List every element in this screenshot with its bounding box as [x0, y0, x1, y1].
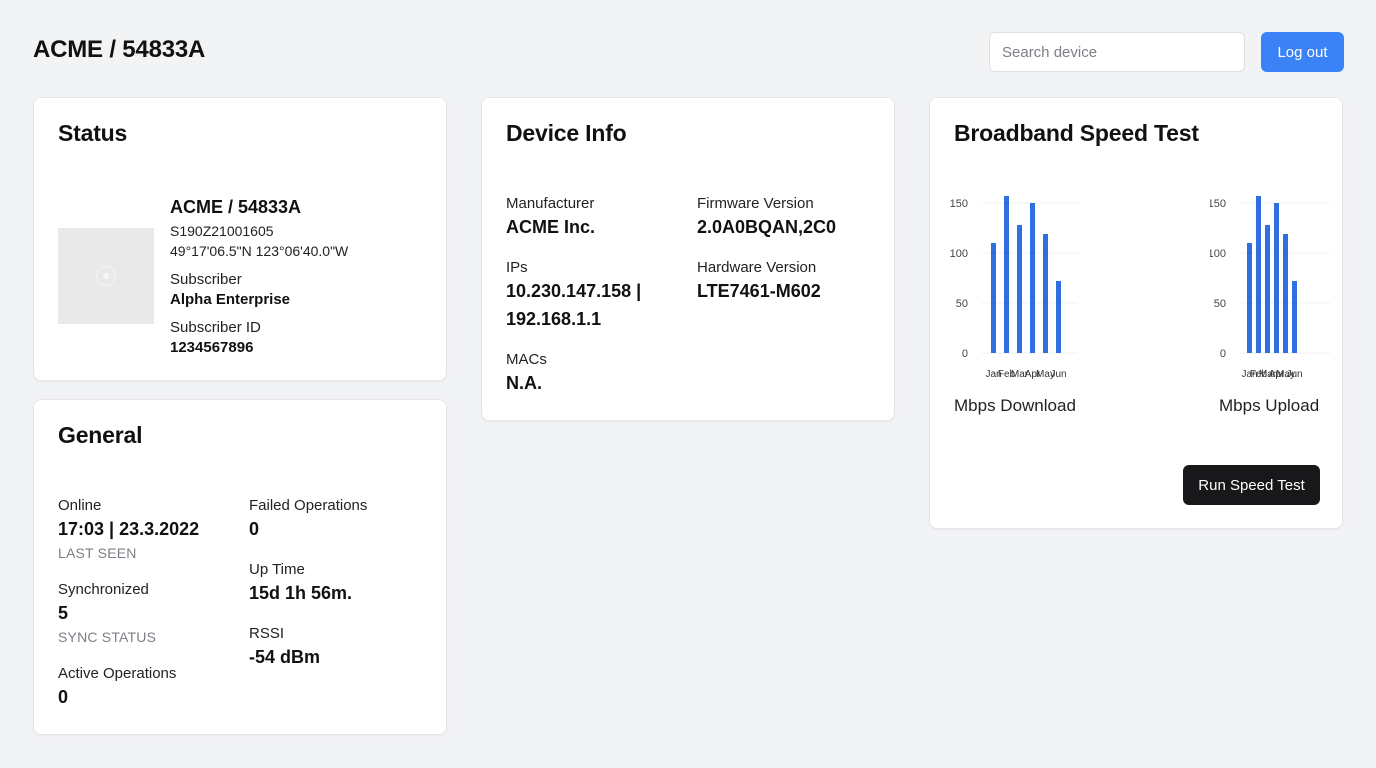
- uptime-value: 15d 1h 56m.: [249, 583, 353, 603]
- upload-bar-feb: [1256, 196, 1261, 353]
- download-bar-feb: [1004, 196, 1009, 353]
- general-title: General: [58, 422, 143, 448]
- upload-y-tick-label: 50: [1214, 298, 1226, 310]
- hardware-label: Hardware Version: [697, 259, 817, 276]
- download-bar-apr: [1030, 203, 1035, 353]
- active-operations-label: Active Operations: [58, 665, 177, 682]
- hardware-value: LTE7461-M602: [697, 281, 821, 301]
- general-card: General Online 17:03 | 23.3.2022 LAST SE…: [33, 399, 447, 735]
- status-card: Status ACME / 54833A S190Z21001605 49°17…: [33, 97, 447, 381]
- subscriber-label: Subscriber: [170, 271, 242, 288]
- sync-status-label: SYNC STATUS: [58, 629, 157, 645]
- sync-label: Synchronized: [58, 581, 149, 598]
- search-input[interactable]: [989, 32, 1245, 72]
- online-value: 17:03 | 23.3.2022: [58, 519, 200, 539]
- macs-value: N.A.: [506, 373, 542, 393]
- rssi-label: RSSI: [249, 625, 285, 642]
- device-serial: S190Z21001605: [170, 223, 274, 239]
- download-y-tick-label: 0: [962, 348, 968, 360]
- download-bar-mar: [1017, 225, 1022, 353]
- failed-operations-value: 0: [249, 519, 260, 539]
- uptime-label: Up Time: [249, 561, 305, 578]
- device-image: [58, 228, 154, 324]
- logout-button[interactable]: Log out: [1261, 32, 1344, 72]
- upload-x-tick-label: Jun: [1286, 369, 1302, 380]
- active-operations-value: 0: [58, 687, 69, 707]
- download-y-tick-label: 50: [956, 298, 968, 310]
- download-bar-may: [1043, 234, 1048, 353]
- download-bar-jan: [991, 243, 996, 353]
- manufacturer-value: ACME Inc.: [506, 217, 596, 237]
- device-info-title: Device Info: [506, 120, 627, 146]
- upload-bar-mar: [1265, 225, 1270, 353]
- page-title: ACME / 54833A: [33, 36, 206, 63]
- upload-y-tick-label: 0: [1220, 348, 1226, 360]
- upload-bar-may: [1283, 234, 1288, 353]
- subscriber-id-value: 1234567896: [170, 339, 254, 356]
- download-y-tick-label: 150: [950, 198, 968, 210]
- device-name: ACME / 54833A: [170, 197, 302, 217]
- image-placeholder-icon: [96, 266, 116, 286]
- upload-caption: Mbps Upload: [1219, 396, 1320, 415]
- download-caption: Mbps Download: [954, 396, 1076, 415]
- status-title: Status: [58, 120, 128, 146]
- download-bar-jun: [1056, 281, 1061, 353]
- sync-value: 5: [58, 603, 69, 623]
- subscriber-id-label: Subscriber ID: [170, 319, 261, 336]
- manufacturer-label: Manufacturer: [506, 195, 595, 212]
- download-chart: 050100150JanFebMarAprMayJun: [950, 196, 1078, 380]
- upload-chart: 050100150JanFebMarAprMayJun: [1210, 196, 1330, 380]
- failed-operations-label: Failed Operations: [249, 497, 368, 514]
- device-info-card: Device Info Manufacturer ACME Inc. IPs 1…: [481, 97, 895, 421]
- device-coordinates: 49°17'06.5"N 123°06'40.0"W: [170, 243, 349, 259]
- upload-y-tick-label: 100: [1210, 248, 1226, 260]
- speed-test-card: Broadband Speed Test 0 50 100 150 Jan Feb Mar A…: [929, 97, 1343, 529]
- download-y-tick-label: 100: [950, 248, 968, 260]
- ips-value-1: 10.230.147.158 |: [506, 281, 642, 301]
- speed-test-title: Broadband Speed Test: [954, 120, 1199, 146]
- upload-bar-jun: [1292, 281, 1297, 353]
- run-speed-test-button[interactable]: Run Speed Test: [1183, 465, 1320, 505]
- upload-bar-apr: [1274, 203, 1279, 353]
- macs-label: MACs: [506, 351, 547, 368]
- ips-label: IPs: [506, 259, 528, 276]
- ips-value-2: 192.168.1.1: [506, 309, 602, 329]
- online-label: Online: [58, 497, 102, 514]
- upload-y-tick-label: 150: [1210, 198, 1226, 210]
- rssi-value: -54 dBm: [249, 647, 321, 667]
- firmware-value: 2.0A0BQAN,2C0: [697, 217, 837, 237]
- upload-bar-jan: [1247, 243, 1252, 353]
- subscriber-value: Alpha Enterprise: [170, 291, 291, 308]
- firmware-label: Firmware Version: [697, 195, 814, 212]
- last-seen-label: LAST SEEN: [58, 545, 137, 561]
- download-x-tick-label: Jun: [1050, 369, 1066, 380]
